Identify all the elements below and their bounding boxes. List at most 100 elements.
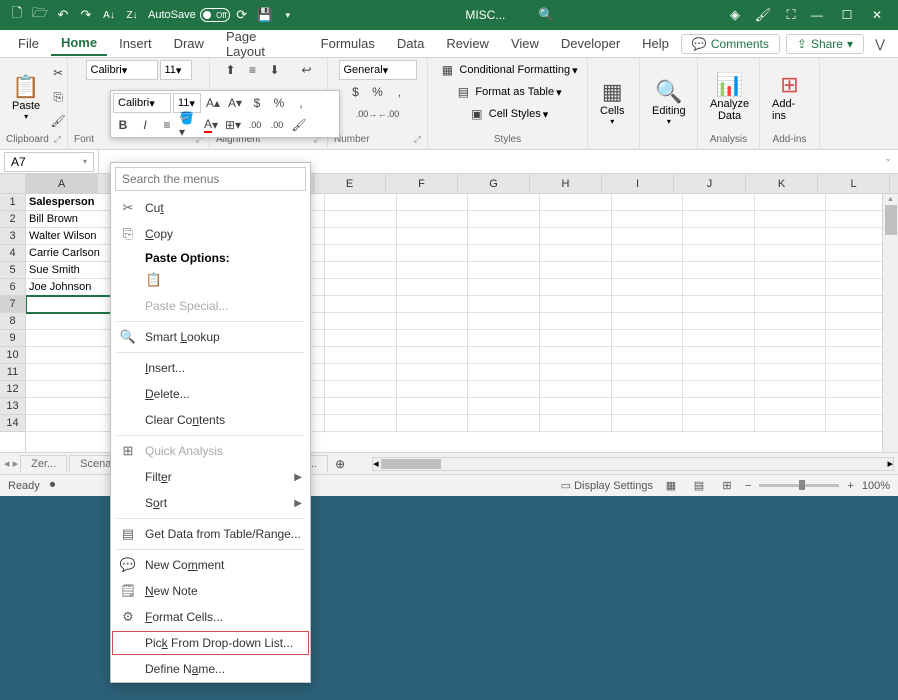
menu-define-name[interactable]: Define Name... — [111, 656, 310, 682]
cell[interactable] — [683, 313, 755, 330]
cell[interactable] — [397, 296, 469, 313]
cell[interactable] — [26, 330, 111, 347]
cell[interactable] — [612, 296, 684, 313]
cell[interactable] — [683, 296, 755, 313]
cell[interactable]: Bill Brown — [26, 211, 111, 228]
zoom-slider[interactable] — [759, 484, 839, 487]
cell[interactable] — [397, 194, 469, 211]
cell[interactable] — [755, 381, 827, 398]
comma-icon[interactable]: , — [291, 93, 311, 113]
cell[interactable] — [683, 245, 755, 262]
column-header[interactable]: I — [602, 174, 674, 193]
cell[interactable] — [468, 381, 540, 398]
cell[interactable] — [612, 398, 684, 415]
ribbon-options-icon[interactable]: ⋁ — [870, 34, 890, 54]
cell[interactable] — [325, 313, 397, 330]
menu-clear-contents[interactable]: Clear Contents — [111, 407, 310, 433]
sort-desc-icon[interactable]: Z↓ — [121, 4, 143, 26]
cell[interactable]: Carrie Carlson — [26, 245, 111, 262]
cell[interactable] — [468, 296, 540, 313]
align-icon[interactable]: ≡ — [157, 115, 177, 135]
decrease-decimal-icon[interactable]: ←.00 — [379, 104, 399, 124]
brush-icon[interactable]: 🖌 — [752, 4, 774, 26]
percent-icon[interactable]: % — [368, 82, 388, 102]
cell[interactable] — [612, 279, 684, 296]
borders-icon[interactable]: ⊞▾ — [223, 115, 243, 135]
menu-new-note[interactable]: 🗒New Note — [111, 578, 310, 604]
tab-file[interactable]: File — [8, 32, 49, 55]
cell[interactable] — [540, 313, 612, 330]
zoom-level[interactable]: 100% — [862, 480, 890, 492]
column-header[interactable]: J — [674, 174, 746, 193]
cell[interactable] — [683, 364, 755, 381]
cell[interactable] — [540, 364, 612, 381]
cell[interactable] — [325, 245, 397, 262]
cell[interactable] — [755, 330, 827, 347]
tab-formulas[interactable]: Formulas — [311, 32, 385, 55]
italic-icon[interactable]: I — [135, 115, 155, 135]
minimize-button[interactable]: — — [802, 4, 832, 26]
cell[interactable] — [612, 211, 684, 228]
cell[interactable] — [755, 211, 827, 228]
cell[interactable] — [755, 415, 827, 432]
name-box[interactable]: A7▾ — [4, 152, 94, 172]
cell[interactable] — [755, 364, 827, 381]
comma-icon[interactable]: , — [390, 82, 410, 102]
menu-insert[interactable]: Insert... — [111, 355, 310, 381]
diamond-icon[interactable]: ◈ — [724, 4, 746, 26]
cell[interactable] — [325, 415, 397, 432]
cell[interactable] — [325, 228, 397, 245]
cell[interactable] — [540, 347, 612, 364]
cell[interactable] — [468, 245, 540, 262]
comments-button[interactable]: 💬 Comments — [681, 34, 780, 54]
accounting-icon[interactable]: $ — [247, 93, 267, 113]
cell[interactable] — [612, 347, 684, 364]
increase-font-icon[interactable]: A▴ — [203, 93, 223, 113]
mini-font-size[interactable]: 11▾ — [173, 93, 201, 113]
cell[interactable] — [683, 194, 755, 211]
cell[interactable] — [26, 296, 111, 313]
column-header[interactable]: G — [458, 174, 530, 193]
cell[interactable] — [325, 296, 397, 313]
cell[interactable] — [755, 228, 827, 245]
row-header[interactable]: 11 — [0, 364, 25, 381]
row-header[interactable]: 8 — [0, 313, 25, 330]
horizontal-scrollbar[interactable]: ◂▸ — [372, 457, 894, 471]
tab-data[interactable]: Data — [387, 32, 434, 55]
cell[interactable] — [612, 364, 684, 381]
cell[interactable] — [468, 228, 540, 245]
sort-asc-icon[interactable]: A↓ — [98, 4, 120, 26]
increase-decimal-icon[interactable]: .00 — [267, 115, 287, 135]
cell[interactable] — [612, 194, 684, 211]
cell[interactable] — [755, 313, 827, 330]
cell[interactable] — [683, 381, 755, 398]
qat-more-icon[interactable]: ▾ — [277, 4, 299, 26]
cell[interactable] — [540, 194, 612, 211]
cell[interactable] — [755, 279, 827, 296]
menu-pick-from-list[interactable]: Pick From Drop-down List... — [111, 630, 310, 656]
hscroll-thumb[interactable] — [381, 459, 441, 469]
row-header[interactable]: 13 — [0, 398, 25, 415]
analyze-data-button[interactable]: 📊Analyze Data — [704, 62, 755, 132]
font-size-select[interactable]: 11 ▾ — [160, 60, 192, 80]
cell[interactable] — [683, 330, 755, 347]
cell[interactable] — [540, 228, 612, 245]
cell[interactable] — [612, 262, 684, 279]
menu-search-input[interactable] — [115, 167, 306, 191]
font-name-select[interactable]: Calibri ▾ — [86, 60, 158, 80]
column-header[interactable]: L — [818, 174, 890, 193]
cell[interactable] — [325, 211, 397, 228]
cell[interactable] — [26, 347, 111, 364]
row-header[interactable]: 4 — [0, 245, 25, 262]
dialog-launcher-icon[interactable]: ⤢ — [54, 134, 61, 145]
cells-button[interactable]: ▦Cells▾ — [594, 68, 630, 138]
cell[interactable] — [540, 279, 612, 296]
cell[interactable] — [540, 211, 612, 228]
cell[interactable] — [755, 347, 827, 364]
menu-new-comment[interactable]: 💬New Comment — [111, 552, 310, 578]
row-header[interactable]: 9 — [0, 330, 25, 347]
record-macro-icon[interactable]: ⏺ — [50, 479, 56, 492]
select-all-corner[interactable] — [0, 174, 25, 194]
cell[interactable] — [325, 398, 397, 415]
cell[interactable] — [325, 279, 397, 296]
